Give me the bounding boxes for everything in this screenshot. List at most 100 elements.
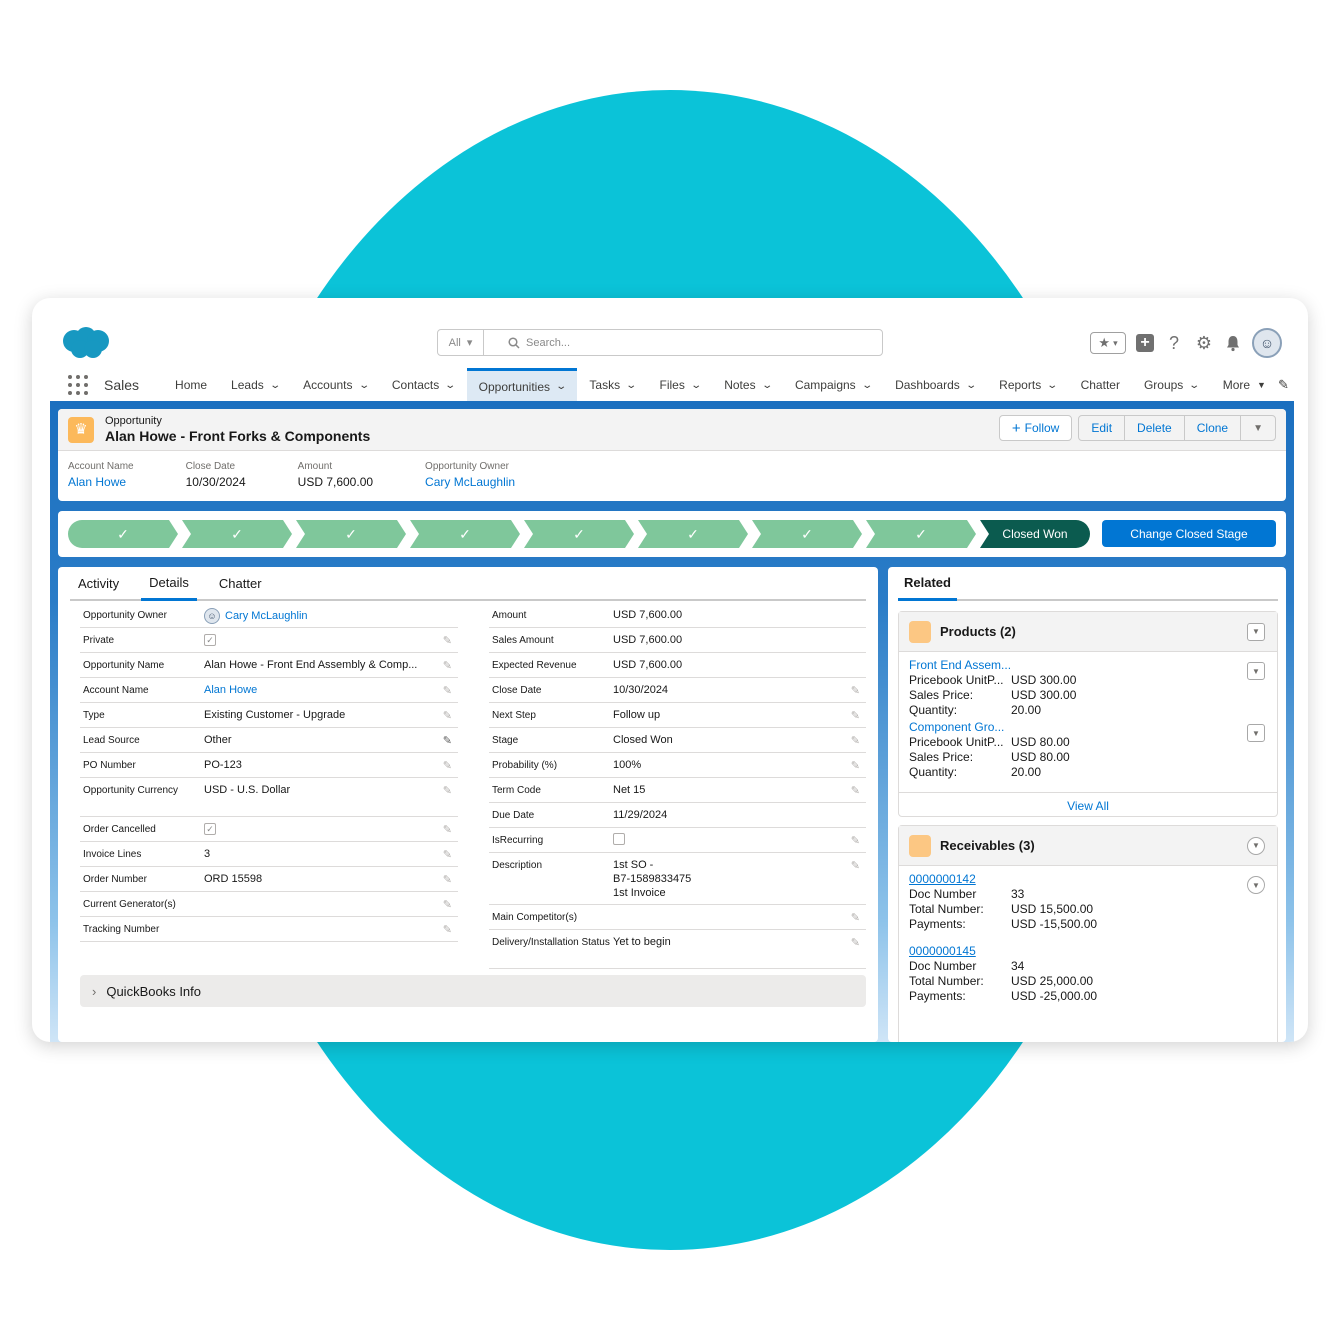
tab-details[interactable]: Details	[141, 567, 197, 601]
path-step-completed[interactable]: ✓	[182, 520, 292, 548]
follow-button[interactable]: + Follow	[998, 415, 1073, 441]
chevron-down-icon[interactable]: ⌄	[861, 380, 873, 391]
chevron-down-icon[interactable]: ⌄	[625, 380, 637, 391]
pencil-icon[interactable]: ✎	[443, 848, 452, 861]
pencil-icon[interactable]: ✎	[1278, 377, 1289, 393]
pencil-icon[interactable]: ✎	[851, 911, 860, 924]
related-field-value: USD 15,500.00	[1011, 902, 1094, 916]
chevron-down-icon[interactable]: ⌄	[690, 380, 702, 391]
pencil-icon[interactable]: ✎	[851, 834, 860, 847]
field-label: Opportunity Currency	[83, 785, 179, 796]
pencil-icon[interactable]: ✎	[851, 684, 860, 697]
field-value: USD 7,600.00	[613, 609, 683, 621]
gear-icon[interactable]: ⚙	[1194, 333, 1214, 354]
pencil-icon[interactable]: ✎	[443, 734, 452, 747]
path-step-completed[interactable]: ✓	[410, 520, 520, 548]
related-record-link[interactable]: 0000000142	[909, 872, 1277, 887]
app-launcher-icon[interactable]	[68, 375, 88, 395]
chevron-down-icon[interactable]: ⌄	[269, 380, 281, 391]
related-record-link[interactable]: 0000000145	[909, 944, 1277, 959]
path-step-completed[interactable]: ✓	[866, 520, 976, 548]
pencil-icon[interactable]: ✎	[851, 784, 860, 797]
nav-more[interactable]: More ▼	[1211, 368, 1278, 402]
nav-item-chatter[interactable]: Chatter	[1069, 368, 1132, 402]
salesforce-cloud-logo[interactable]	[60, 326, 110, 360]
nav-item-leads[interactable]: Leads ⌄	[219, 368, 291, 402]
pencil-icon[interactable]: ✎	[443, 759, 452, 772]
pencil-icon[interactable]: ✎	[443, 873, 452, 886]
nav-item-campaigns[interactable]: Campaigns ⌄	[783, 368, 883, 402]
chevron-down-icon[interactable]: ⌄	[445, 380, 457, 391]
nav-item-files[interactable]: Files ⌄	[647, 368, 712, 402]
search-scope-select[interactable]: All ▾	[438, 330, 484, 355]
favorites-button[interactable]: ★ ▾	[1090, 332, 1126, 354]
pencil-icon[interactable]: ✎	[443, 684, 452, 697]
highlight-value[interactable]: Alan Howe	[68, 475, 134, 489]
bell-icon[interactable]	[1224, 334, 1242, 352]
search-input[interactable]: Search...	[484, 337, 882, 349]
path-step-completed[interactable]: ✓	[524, 520, 634, 548]
row-menu-button[interactable]: ▼	[1247, 724, 1265, 742]
nav-item-opportunities[interactable]: Opportunities ⌄	[466, 368, 578, 402]
pencil-icon[interactable]: ✎	[443, 823, 452, 836]
pencil-icon[interactable]: ✎	[443, 923, 452, 936]
field-value[interactable]: Alan Howe	[204, 683, 458, 702]
nav-item-notes[interactable]: Notes ⌄	[712, 368, 783, 402]
path-step-completed[interactable]: ✓	[752, 520, 862, 548]
pencil-icon[interactable]: ✎	[443, 634, 452, 647]
pencil-icon[interactable]: ✎	[851, 936, 860, 949]
user-avatar[interactable]: ☺	[1252, 328, 1282, 358]
view-all-link[interactable]: View All	[899, 792, 1277, 818]
path-step-current[interactable]: Closed Won	[980, 520, 1090, 548]
field-value: Other	[204, 734, 232, 746]
chevron-down-icon[interactable]: ⌄	[1047, 380, 1059, 391]
clone-button[interactable]: Clone	[1185, 416, 1242, 440]
edit-button[interactable]: Edit	[1079, 416, 1126, 440]
nav-item-tasks[interactable]: Tasks ⌄	[577, 368, 647, 402]
path-step-completed[interactable]: ✓	[296, 520, 406, 548]
quickbooks-info-section[interactable]: › QuickBooks Info	[80, 975, 866, 1007]
global-add-icon[interactable]: +	[1136, 334, 1154, 352]
help-icon[interactable]: ?	[1164, 333, 1184, 354]
chevron-down-icon[interactable]: ⌄	[761, 380, 773, 391]
chevron-down-icon[interactable]: ⌄	[965, 380, 977, 391]
check-icon: ✓	[345, 525, 357, 542]
pencil-icon[interactable]: ✎	[851, 734, 860, 747]
related-record-link[interactable]: Component Gro...	[909, 720, 1277, 735]
field-value[interactable]: ☺ Cary McLaughlin	[204, 608, 458, 627]
path-step-completed[interactable]: ✓	[638, 520, 748, 548]
row-menu-button[interactable]: ▼	[1247, 876, 1265, 894]
row-menu-button[interactable]: ▼	[1247, 662, 1265, 680]
highlight-value[interactable]: Cary McLaughlin	[425, 475, 515, 489]
change-closed-stage-button[interactable]: Change Closed Stage	[1102, 520, 1276, 547]
pencil-icon[interactable]: ✎	[443, 709, 452, 722]
nav-item-contacts[interactable]: Contacts ⌄	[380, 368, 467, 402]
delete-button[interactable]: Delete	[1125, 416, 1185, 440]
nav-item-reports[interactable]: Reports ⌄	[987, 368, 1068, 402]
related-tab[interactable]: Related	[898, 567, 1278, 601]
detail-field-row: Expected Revenue USD 7,600.00	[489, 653, 866, 678]
nav-item-home[interactable]: Home	[163, 368, 219, 402]
pencil-icon[interactable]: ✎	[443, 784, 452, 797]
more-actions-button[interactable]: ▼	[1241, 416, 1275, 440]
tab-activity[interactable]: Activity	[70, 567, 127, 599]
related-record-link[interactable]: Front End Assem...	[909, 658, 1277, 673]
field-value	[613, 833, 866, 852]
related-field-value: USD 300.00	[1011, 688, 1077, 702]
path-step-completed[interactable]: ✓	[68, 520, 178, 548]
nav-item-groups[interactable]: Groups ⌄	[1132, 368, 1211, 402]
pencil-icon[interactable]: ✎	[443, 659, 452, 672]
pencil-icon[interactable]: ✎	[851, 859, 860, 872]
nav-item-dashboards[interactable]: Dashboards ⌄	[883, 368, 987, 402]
chevron-down-icon[interactable]: ⌄	[1189, 380, 1201, 391]
pencil-icon[interactable]: ✎	[851, 709, 860, 722]
pencil-icon[interactable]: ✎	[851, 759, 860, 772]
owner-name[interactable]: Cary McLaughlin	[225, 610, 308, 622]
card-menu-button[interactable]: ▼	[1247, 836, 1265, 855]
chevron-down-icon[interactable]: ⌄	[555, 381, 567, 392]
chevron-down-icon[interactable]: ⌄	[358, 380, 370, 391]
card-menu-button[interactable]: ▼	[1247, 622, 1265, 641]
tab-chatter[interactable]: Chatter	[211, 567, 270, 599]
pencil-icon[interactable]: ✎	[443, 898, 452, 911]
nav-item-accounts[interactable]: Accounts ⌄	[291, 368, 380, 402]
